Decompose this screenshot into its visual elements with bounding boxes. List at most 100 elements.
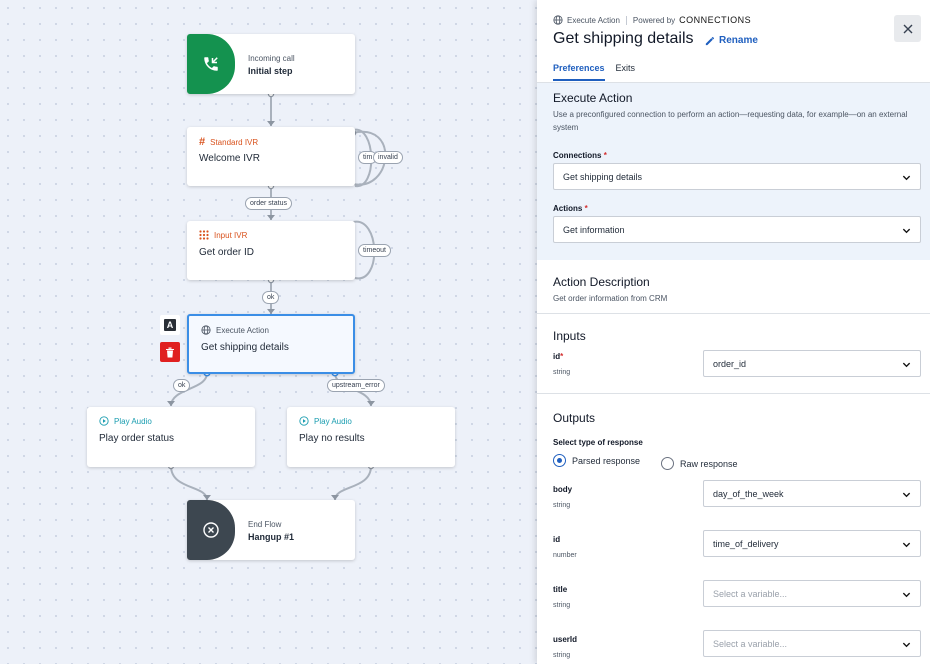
panel-tabs: Preferences Exits [553,63,635,81]
radio-raw-response[interactable]: Raw response [661,457,738,470]
node-play-order-status[interactable]: Play Audio Play order status [87,407,255,467]
required-marker: * [560,352,564,361]
node-title: Get order ID [199,247,255,258]
actions-label-text: Actions [553,204,583,213]
node-title: Play no results [299,433,365,444]
input-id-value: order_id [713,358,747,369]
flow-canvas[interactable]: Incoming call Initial step # Standard IV… [0,0,537,664]
node-header: Play Audio [299,416,352,426]
rename-button[interactable]: Rename [705,35,758,46]
chevron-down-icon [902,228,911,234]
radio-label: Parsed response [572,455,641,466]
section-divider [537,393,930,394]
response-type-label: Select type of response [553,438,643,447]
output-userid-select[interactable]: Select a variable... [703,630,921,657]
node-incoming-call[interactable]: Incoming call Initial step [187,34,355,94]
node-type-label: Play Audio [114,416,152,426]
radio-label: Raw response [680,458,738,469]
node-header: Execute Action [201,325,269,335]
globe-icon [201,325,211,335]
tab-preferences[interactable]: Preferences [553,63,605,81]
edge-label-upstream-error[interactable]: upstream_error [327,379,385,392]
incoming-call-icon [204,57,218,71]
chevron-down-icon [902,175,911,181]
edge-label-timeout[interactable]: timeout [358,244,391,257]
delete-node-button[interactable] [160,342,180,362]
node-title: Get shipping details [201,342,289,353]
edge-label-ok[interactable]: ok [262,291,280,304]
outputs-heading: Outputs [553,411,596,425]
output-placeholder: Select a variable... [713,588,788,599]
output-value: time_of_delivery [713,538,779,549]
node-execute-action[interactable]: Execute Action Get shipping details [187,314,355,374]
chevron-down-icon [902,642,911,648]
powered-by-label: Powered by [632,15,676,25]
output-body-select[interactable]: day_of_the_week [703,480,921,507]
connections-label: Connections * [553,151,607,160]
close-icon [903,24,912,33]
edge-label-order-status[interactable]: order status [245,197,292,210]
chevron-down-icon [902,542,911,548]
output-name: body [553,485,573,494]
edge-label-invalid[interactable]: invalid [373,151,403,164]
connections-select[interactable]: Get shipping details [553,163,921,190]
input-id-label: id* [553,352,563,361]
node-title: Welcome IVR [199,153,260,164]
node-type-label: End Flow [248,520,282,529]
tab-exits[interactable]: Exits [616,63,636,81]
radio-selected-icon [553,454,566,467]
trash-icon [166,347,174,357]
node-header: Input IVR [199,230,247,240]
output-value: day_of_the_week [713,488,784,499]
node-title: Play order status [99,433,175,444]
input-id-type: string [553,369,571,376]
pencil-icon [705,36,715,45]
node-type-label: Input IVR [214,230,248,240]
panel-title: Get shipping details [553,30,694,47]
chevron-down-icon [902,492,911,498]
properties-panel: Execute Action Powered by CONNECTIONS Ge… [537,0,930,664]
node-input-ivr[interactable]: Input IVR Get order ID [187,221,355,280]
action-description-text: Get order information from CRM [553,294,668,303]
connections-label-text: Connections [553,151,602,160]
inputs-heading: Inputs [553,329,586,343]
node-welcome-ivr[interactable]: # Standard IVR Welcome IVR [187,127,355,186]
close-button[interactable] [894,15,921,42]
radio-unselected-icon [661,457,674,470]
action-description-heading: Action Description [553,275,650,289]
radio-parsed-response[interactable]: Parsed response [553,454,640,467]
play-icon [99,416,109,426]
globe-icon [553,15,563,25]
execute-action-description: Use a preconfigured connection to perfor… [553,110,908,132]
edge-play1-end [170,465,208,501]
output-type: string [553,652,571,659]
connections-value: Get shipping details [563,171,643,182]
node-header: # Standard IVR [199,136,258,148]
breadcrumb-type: Execute Action [567,15,620,25]
output-type: number [553,552,577,559]
rename-node-button[interactable]: A [160,315,180,335]
node-type-label: Execute Action [216,325,269,335]
chevron-down-icon [902,592,911,598]
actions-select[interactable]: Get information [553,216,921,243]
node-title: Hangup #1 [248,532,295,542]
node-type-label: Standard IVR [210,137,259,147]
edge-label-ok[interactable]: ok [173,379,191,392]
required-marker: * [584,204,588,213]
node-header: Play Audio [99,416,152,426]
node-end-flow[interactable]: End Flow Hangup #1 [187,500,355,560]
output-placeholder: Select a variable... [713,638,788,649]
execute-action-heading: Execute Action [553,91,633,105]
output-type: string [553,602,571,609]
end-flow-icon-block [187,500,235,560]
edge-play2-end [334,465,372,501]
output-type: string [553,502,571,509]
node-type-label: Incoming call [248,54,295,63]
output-id-select[interactable]: time_of_delivery [703,530,921,557]
node-play-no-results[interactable]: Play Audio Play no results [287,407,455,467]
output-title-select[interactable]: Select a variable... [703,580,921,607]
chevron-down-icon [902,362,911,368]
node-type-label: Play Audio [314,416,352,426]
node-title: Initial step [248,66,293,76]
input-id-select[interactable]: order_id [703,350,921,377]
